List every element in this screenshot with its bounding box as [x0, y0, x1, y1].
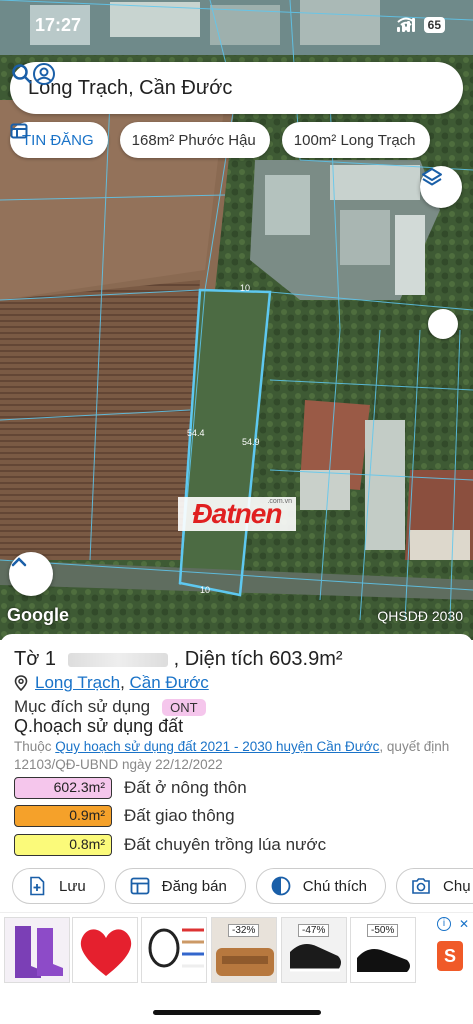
filter-chips: TIN ĐĂNG 168m² Phước Hậu 100m² Long Trạc…	[10, 122, 430, 158]
discount-badge: -50%	[367, 924, 399, 937]
chip-label: TIN ĐĂNG	[22, 131, 94, 149]
discount-badge: -32%	[228, 924, 260, 937]
purpose-label: Mục đích sử dụng	[14, 697, 151, 716]
legend-label: Đất ở nông thôn	[124, 778, 247, 797]
discount-badge: -47%	[298, 924, 330, 937]
legend-row-road: 0.9m² Đất giao thông	[14, 805, 235, 827]
parcel-edge-label-right: 54.9	[242, 437, 260, 447]
parcel-edge-label-top: 10	[240, 283, 251, 293]
contrast-icon	[271, 876, 291, 896]
chip-label: 100m² Long Trạch	[293, 131, 416, 149]
battery-indicator: 65	[423, 17, 445, 33]
layers-icon	[422, 168, 442, 186]
status-time: 17:27	[35, 15, 82, 35]
plan-title: Q.hoạch sử dụng đất	[14, 716, 184, 736]
parcel-info-panel: Tờ 1 , Diện tích 603.9m² Long Trạch , Cầ…	[0, 634, 473, 916]
home-indicator[interactable]	[153, 1010, 321, 1015]
legend-label: Chú thích	[302, 877, 368, 895]
ad-product-dress-shoes[interactable]: -50%	[350, 917, 416, 983]
legend-button[interactable]: Chú thích	[255, 868, 387, 904]
wifi-icon	[396, 17, 415, 31]
layers-button[interactable]	[420, 166, 462, 208]
parcel-edge-label-bottom: 10	[200, 585, 211, 595]
map-layer-label: QHSDĐ 2030	[377, 608, 463, 624]
ward-link[interactable]: Long Trạch	[35, 673, 120, 693]
save-icon	[30, 876, 45, 896]
location-pin-icon	[14, 675, 28, 691]
parcel-location: Long Trạch , Cần Đước	[14, 673, 209, 693]
plan-link[interactable]: Quy hoạch sử dụng đất 2021 - 2030 huyện …	[55, 739, 379, 754]
post-for-sale-button[interactable]: Đăng bán	[114, 868, 246, 904]
ad-product-heart[interactable]	[72, 917, 138, 983]
map-view[interactable]: 10 54.4 54.9 10 Đatnen .com.vn 17:27 65 …	[0, 0, 473, 640]
search-icon[interactable]	[10, 62, 34, 86]
shop-logo[interactable]: S	[437, 941, 463, 971]
ad-product-sandals[interactable]: -32%	[211, 917, 277, 983]
land-purpose: Mục đích sử dụng ONT	[14, 697, 206, 717]
legend-area: 602.3m²	[14, 777, 112, 799]
opacity-slider-handle[interactable]	[428, 309, 458, 339]
status-bar: 17:27 65	[0, 0, 473, 52]
search-bar[interactable]: Long Trạch, Cần Đước	[10, 62, 463, 114]
capture-button[interactable]: Chụ	[396, 868, 473, 904]
ad-close-icon[interactable]: ✕	[459, 917, 469, 931]
watermark-domain: .com.vn	[267, 498, 292, 505]
location-separator: ,	[120, 673, 130, 692]
ad-banner[interactable]: -32% -47% -50% i ✕ S	[0, 912, 473, 988]
status-icons: 65	[396, 17, 445, 33]
chevron-up-icon	[11, 557, 27, 567]
chip-label: 168m² Phước Hậu	[131, 131, 256, 149]
legend-area: 0.9m²	[14, 805, 112, 827]
legend-area: 0.8m²	[14, 834, 112, 856]
purpose-code-badge: ONT	[162, 698, 206, 716]
ad-product-sneakers[interactable]: -47%	[281, 917, 347, 983]
save-label: Lưu	[59, 877, 86, 895]
post-icon	[130, 877, 150, 895]
parcel-edge-label-left: 54.4	[187, 428, 205, 438]
ad-product-boots[interactable]	[4, 917, 70, 983]
account-icon[interactable]	[32, 62, 56, 86]
capture-label: Chụ	[443, 877, 471, 895]
action-buttons: Lưu Đăng bán Chú thích Chụ	[12, 868, 473, 904]
save-button[interactable]: Lưu	[12, 868, 105, 904]
obscured-parcel-number	[67, 652, 168, 667]
ad-product-laces[interactable]	[141, 917, 207, 983]
parcel-sheet: Tờ 1	[14, 648, 57, 670]
legend-label: Đất giao thông	[124, 806, 235, 825]
legend-row-ont: 602.3m² Đất ở nông thôn	[14, 777, 247, 799]
legend-label: Đất chuyên trồng lúa nước	[124, 835, 327, 854]
purple-boots-image	[5, 918, 69, 982]
heart-image	[73, 918, 137, 982]
camera-icon	[412, 878, 430, 894]
watermark-logo: Đatnen .com.vn	[178, 497, 296, 531]
google-logo: Google	[7, 605, 69, 625]
search-query[interactable]: Long Trạch, Cần Đước	[28, 77, 463, 100]
plan-note-prefix: Thuộc	[14, 739, 56, 754]
chip-listing-long-trach[interactable]: 100m² Long Trạch	[10, 122, 430, 158]
post-label: Đăng bán	[161, 877, 227, 895]
shoelaces-image	[142, 918, 206, 982]
table-icon	[10, 123, 28, 139]
legend-row-rice: 0.8m² Đất chuyên trồng lúa nước	[14, 834, 326, 856]
plan-note: Thuộc Quy hoạch sử dụng đất 2021 - 2030 …	[14, 738, 464, 774]
chip-listing-phuoc-hau[interactable]: 168m² Phước Hậu	[10, 122, 270, 158]
ad-info-icon[interactable]: i	[437, 917, 451, 931]
district-link[interactable]: Cần Đước	[130, 673, 209, 693]
parcel-title: Tờ 1 , Diện tích 603.9m²	[14, 648, 343, 671]
expand-panel-button[interactable]	[9, 552, 53, 596]
parcel-area: , Diện tích 603.9m²	[173, 648, 343, 670]
